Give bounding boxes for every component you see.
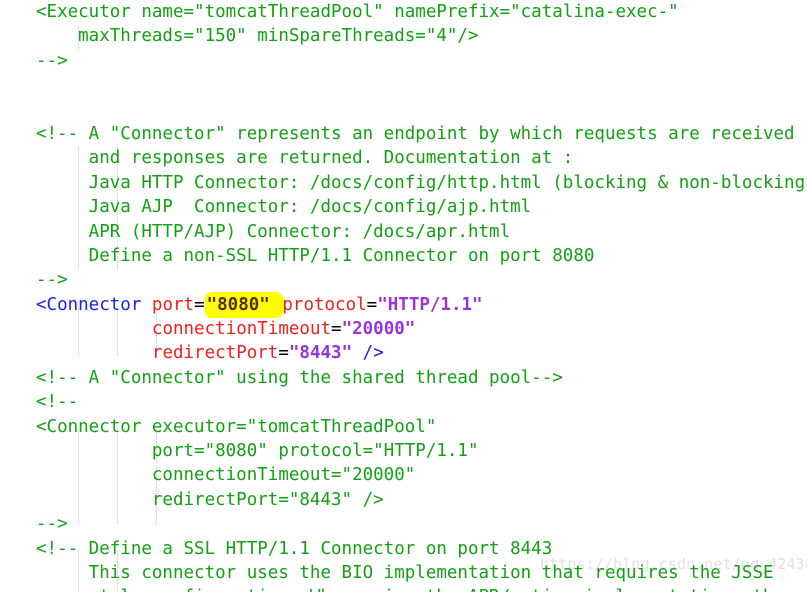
code-line[interactable]: <!-- A "Connector" using the shared thre… (0, 366, 807, 390)
code-line[interactable] (0, 73, 807, 97)
xml-comment-token: <!-- A "Connector" represents an endpoin… (36, 123, 795, 144)
code-line[interactable]: --> (0, 512, 807, 536)
code-line[interactable]: Java HTTP Connector: /docs/config/http.h… (0, 171, 807, 195)
xml-comment-token: This connector uses the BIO implementati… (36, 562, 774, 583)
xml-equals-token: = (331, 319, 342, 340)
code-line[interactable]: connectionTimeout="20000" (0, 463, 807, 487)
code-line[interactable]: --> (0, 49, 807, 73)
xml-attribute-value-token: "HTTP/1.1" (377, 294, 483, 315)
code-line[interactable]: <!-- Define a SSL HTTP/1.1 Connector on … (0, 537, 807, 561)
xml-comment-token: --> (36, 270, 68, 291)
xml-comment-token: and responses are returned. Documentatio… (36, 148, 574, 169)
code-line[interactable]: maxThreads="150" minSpareThreads="4"/> (0, 24, 807, 48)
code-line[interactable]: <Executor name="tomcatThreadPool" namePr… (0, 0, 807, 24)
xml-attribute-name-token: protocol (282, 294, 367, 315)
xml-comment-token: redirectPort="8443" /> (36, 489, 384, 510)
code-line[interactable]: connectionTimeout="20000" (0, 317, 807, 341)
xml-comment-token: APR (HTTP/AJP) Connector: /docs/apr.html (36, 221, 511, 242)
xml-attribute-value-token: "20000" (341, 319, 416, 340)
xml-comment-token: <!-- (36, 392, 79, 413)
code-line[interactable]: port="8080" protocol="HTTP/1.1" (0, 439, 807, 463)
code-line[interactable]: Define a non-SSL HTTP/1.1 Connector on p… (0, 244, 807, 268)
code-line[interactable]: APR (HTTP/AJP) Connector: /docs/apr.html (0, 220, 807, 244)
code-line[interactable]: redirectPort="8443" /> (0, 488, 807, 512)
xml-attribute-name-token: redirectPort (151, 343, 279, 364)
xml-comment-token: <!-- A "Connector" using the shared thre… (36, 367, 563, 388)
code-line[interactable]: <Connector executor="tomcatThreadPool" (0, 415, 807, 439)
xml-attribute-name-token: connectionTimeout (151, 319, 332, 340)
xml-comment-token: connectionTimeout="20000" (36, 465, 416, 486)
xml-comment-token: style configuration. When using the APR/… (36, 587, 784, 592)
code-line[interactable]: Java AJP Connector: /docs/config/ajp.htm… (0, 195, 807, 219)
xml-equals-token: = (194, 294, 205, 315)
xml-comment-token: --> (36, 50, 68, 71)
xml-comment-token: Java AJP Connector: /docs/config/ajp.htm… (36, 197, 532, 218)
code-editor-viewport[interactable]: https://blog.csdn.net/qq_42438153 <Execu… (0, 0, 807, 592)
code-line[interactable]: <!-- (0, 390, 807, 414)
xml-comment-token: --> (36, 514, 68, 535)
code-line[interactable]: --> (0, 268, 807, 292)
xml-comment-token: Define a non-SSL HTTP/1.1 Connector on p… (36, 245, 595, 266)
xml-comment-token: <Connector executor="tomcatThreadPool" (36, 416, 437, 437)
xml-attribute-value-token: "8443" (288, 343, 353, 364)
code-line[interactable]: and responses are returned. Documentatio… (0, 146, 807, 170)
xml-tag-token: <Connector (36, 294, 142, 315)
xml-comment-token: Java HTTP Connector: /docs/config/http.h… (36, 172, 807, 193)
xml-comment-token: port="8080" protocol="HTTP/1.1" (36, 441, 479, 462)
xml-comment-token: maxThreads="150" minSpareThreads="4"/> (36, 26, 479, 47)
xml-equals-token: = (278, 343, 289, 364)
code-content[interactable]: <Executor name="tomcatThreadPool" namePr… (0, 0, 807, 592)
code-line[interactable]: redirectPort="8443" /> (0, 341, 807, 365)
code-line[interactable] (0, 98, 807, 122)
code-line[interactable]: <Connector port= "8080" protocol="HTTP/1.… (0, 291, 807, 318)
code-line[interactable]: <!-- A "Connector" represents an endpoin… (0, 122, 807, 146)
highlighted-port-value[interactable]: "8080" (204, 291, 284, 318)
code-line[interactable]: This connector uses the BIO implementati… (0, 561, 807, 585)
xml-equals-token: = (366, 294, 378, 315)
xml-attribute-name-token: port (151, 294, 195, 315)
xml-comment-token: <Executor name="tomcatThreadPool" namePr… (36, 2, 679, 22)
xml-comment-token: <!-- Define a SSL HTTP/1.1 Connector on … (36, 538, 553, 559)
code-line[interactable]: style configuration. When using the APR/… (0, 585, 807, 592)
xml-tag-token: /> (362, 343, 384, 364)
